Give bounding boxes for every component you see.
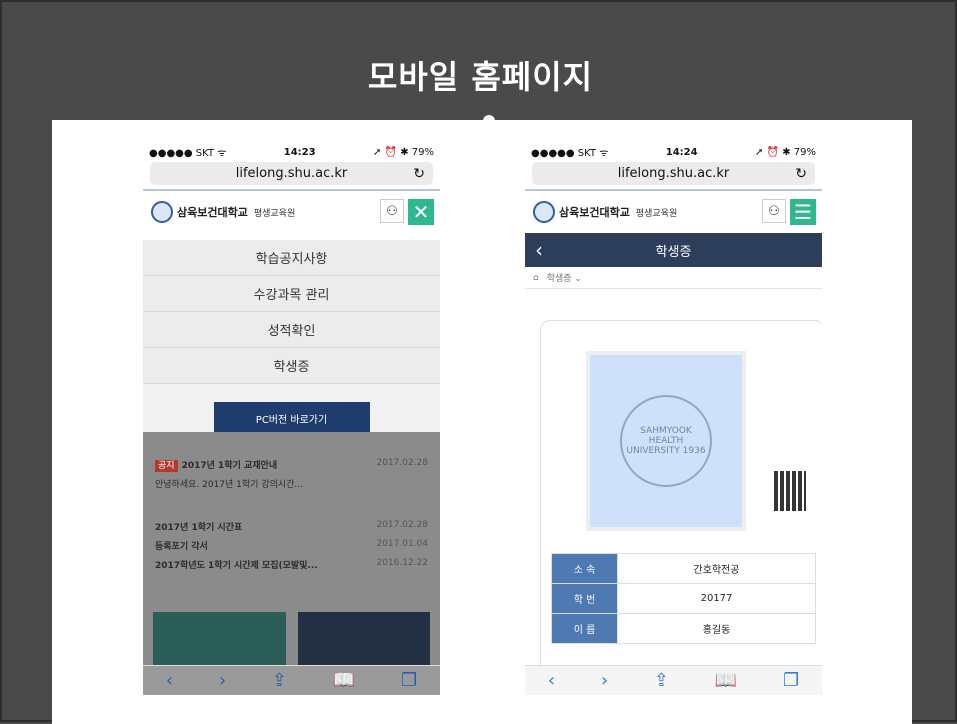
logo-name[interactable]: 삼육보건대학교: [559, 204, 630, 220]
page-navbar: ‹ 학생증: [525, 233, 822, 267]
reload-icon[interactable]: ↻: [795, 166, 807, 182]
logo-sub: 평생교육원: [253, 208, 296, 219]
logo-sub: 평생교육원: [635, 208, 678, 219]
url-bar[interactable]: lifelong.shu.ac.kr ↻: [532, 162, 815, 185]
notice-title: 2017학년도 1학기 시간제 모집(모발및...: [155, 561, 318, 571]
notice-title: 2017년 1학기 교재안내: [181, 461, 278, 471]
info-value: 20177: [617, 583, 816, 614]
status-bar: ●●●●● SKT ᯤ 14:23 ➚ ⏰ ✱ 79%: [143, 142, 440, 162]
pc-version-button[interactable]: PC버전 바로가기: [213, 402, 370, 434]
notice-date: 2017.01.04: [376, 539, 428, 549]
home-icon[interactable]: ⌂: [533, 273, 539, 283]
breadcrumb-label[interactable]: 학생증 ⌄: [547, 271, 582, 284]
bookmarks-icon[interactable]: 📖: [333, 670, 355, 691]
status-time: 14:24: [665, 146, 698, 158]
list-item[interactable]: 등록포기 각서 2017.01.04: [143, 539, 440, 552]
info-value: 홍길동: [617, 613, 816, 644]
university-logo-icon: [151, 201, 173, 223]
info-value: 간호학전공: [617, 553, 816, 584]
notice-date: 2017.02.28: [376, 458, 428, 468]
site-header: 삼육보건대학교 평생교육원 ⚇ ☰: [525, 191, 822, 233]
forward-icon[interactable]: ›: [219, 670, 226, 691]
back-icon[interactable]: ‹: [535, 238, 543, 262]
chart-tile[interactable]: [297, 612, 430, 672]
qr-code: [774, 471, 806, 511]
status-time: 14:23: [283, 146, 316, 158]
info-label: 소 속: [551, 553, 618, 584]
notice-date: 2017.02.28: [376, 520, 428, 530]
notice-title: 등록포기 각서: [155, 542, 208, 552]
site-header: 삼육보건대학교 평생교육원 ⚇ ✕: [143, 191, 440, 233]
table-row: 이 름 홍길동: [551, 613, 816, 644]
browser-toolbar: ‹ › ⇪ 📖 ❐: [525, 665, 822, 695]
status-bar: ●●●●● SKT ᯤ 14:24 ➚ ⏰ ✱ 79%: [525, 142, 822, 162]
table-row: 소 속 간호학전공: [551, 553, 816, 584]
menu-item-notice[interactable]: 학습공지사항: [143, 240, 440, 276]
notice-date: 2016.12.22: [376, 558, 428, 568]
notebook-tile[interactable]: [153, 612, 286, 672]
share-icon[interactable]: ⇪: [654, 670, 669, 691]
menu-icon[interactable]: ☰: [790, 199, 816, 225]
user-icon[interactable]: ⚇: [380, 199, 404, 223]
info-label: 이 름: [551, 613, 618, 644]
quick-tiles: [153, 612, 430, 672]
list-item[interactable]: 공지 2017년 1학기 교재안내 2017.02.28: [143, 458, 440, 472]
slide: 모바일 홈페이지 ●●●●● SKT ᯤ 14:23 ➚ ⏰ ✱ 79% lif…: [0, 0, 957, 724]
user-icon[interactable]: ⚇: [762, 199, 786, 223]
url-bar[interactable]: lifelong.shu.ac.kr ↻: [150, 162, 433, 185]
back-icon[interactable]: ‹: [166, 670, 173, 691]
phone-screenshot-student-id: ●●●●● SKT ᯤ 14:24 ➚ ⏰ ✱ 79% lifelong.shu…: [525, 142, 822, 695]
tabs-icon[interactable]: ❐: [401, 670, 417, 691]
info-label: 학 번: [551, 583, 618, 614]
tabs-icon[interactable]: ❐: [783, 670, 799, 691]
logo-name[interactable]: 삼육보건대학교: [177, 204, 248, 220]
menu-item-course[interactable]: 수강과목 관리: [143, 276, 440, 312]
status-right: ➚ ⏰ ✱ 79%: [373, 146, 434, 158]
menu-item-grades[interactable]: 성적확인: [143, 312, 440, 348]
university-seal-icon: SAHMYOOK HEALTH UNIVERSITY 1936: [620, 395, 712, 487]
forward-icon[interactable]: ›: [601, 670, 608, 691]
share-icon[interactable]: ⇪: [272, 670, 287, 691]
id-photo: SAHMYOOK HEALTH UNIVERSITY 1936: [586, 351, 746, 531]
notice-preview: 안녕하세요. 2017년 1학기 강의시간...: [155, 480, 304, 490]
bookmarks-icon[interactable]: 📖: [715, 670, 737, 691]
back-icon[interactable]: ‹: [548, 670, 555, 691]
menu-item-student-id[interactable]: 학생증: [143, 348, 440, 384]
url-text: lifelong.shu.ac.kr: [617, 166, 730, 181]
browser-toolbar: ‹ › ⇪ 📖 ❐: [143, 665, 440, 695]
status-carrier: ●●●●● SKT ᯤ: [531, 148, 609, 159]
list-item: 안녕하세요. 2017년 1학기 강의시간...: [143, 477, 440, 490]
notice-tag: 공지: [155, 460, 178, 472]
notice-title: 2017년 1학기 시간표: [155, 523, 243, 533]
list-item[interactable]: 2017년 1학기 시간표 2017.02.28: [143, 520, 440, 533]
student-id-card: SAHMYOOK HEALTH UNIVERSITY 1936 소 속 간호학전공…: [540, 320, 822, 680]
status-carrier: ●●●●● SKT ᯤ: [149, 148, 227, 159]
reload-icon[interactable]: ↻: [413, 166, 425, 182]
close-icon[interactable]: ✕: [408, 199, 434, 225]
page-title: 학생증: [655, 244, 692, 260]
phone-screenshot-menu: ●●●●● SKT ᯤ 14:23 ➚ ⏰ ✱ 79% lifelong.shu…: [143, 142, 440, 695]
status-right: ➚ ⏰ ✱ 79%: [755, 146, 816, 158]
url-text: lifelong.shu.ac.kr: [235, 166, 348, 181]
university-logo-icon: [533, 201, 555, 223]
slide-title: 모바일 홈페이지: [367, 58, 594, 96]
bullet-dot: [483, 115, 495, 129]
table-row: 학 번 20177: [551, 583, 816, 614]
student-info-table: 소 속 간호학전공 학 번 20177 이 름 홍길동: [551, 553, 816, 644]
breadcrumb[interactable]: ⌂ 학생증 ⌄: [525, 267, 822, 289]
list-item[interactable]: 2017학년도 1학기 시간제 모집(모발및... 2016.12.22: [143, 558, 440, 571]
